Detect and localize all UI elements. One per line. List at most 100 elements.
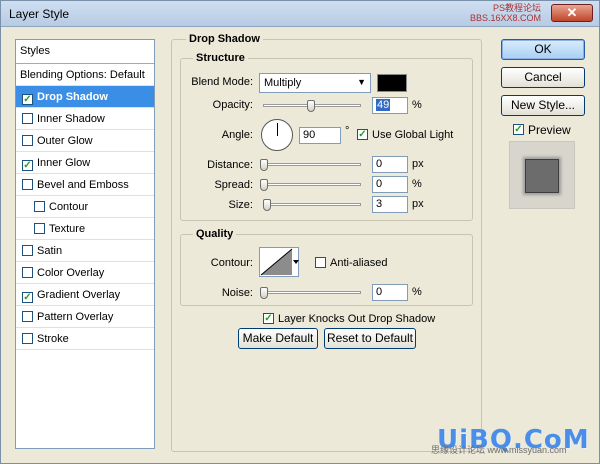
chevron-down-icon: ▼ <box>357 77 366 87</box>
reset-to-default-button[interactable]: Reset to Default <box>324 328 416 349</box>
style-item-checkbox[interactable] <box>22 179 33 190</box>
angle-label: Angle: <box>221 129 253 141</box>
drop-shadow-title: Drop Shadow <box>186 33 263 45</box>
size-slider-track[interactable] <box>263 203 361 206</box>
style-item-stroke[interactable]: Stroke <box>16 328 154 350</box>
opacity-slider-thumb[interactable] <box>307 100 316 112</box>
style-item-label: Texture <box>49 223 86 235</box>
style-item-label: Blending Options: Default <box>20 69 145 81</box>
distance-unit: px <box>412 158 424 170</box>
use-global-light-label[interactable]: Use Global Light <box>372 129 453 141</box>
knockout-checkbox[interactable]: ✓ <box>263 313 274 324</box>
watermark-line-1: PS教程论坛 <box>492 3 541 13</box>
style-item-checkbox[interactable] <box>22 311 33 322</box>
blend-mode-value: Multiply <box>264 77 302 89</box>
noise-unit: % <box>412 286 422 298</box>
styles-header[interactable]: Styles <box>16 40 154 64</box>
knockout-label[interactable]: Layer Knocks Out Drop Shadow <box>278 313 435 325</box>
styles-list: Styles Blending Options: Default ✓ Drop Sh… <box>15 39 155 449</box>
style-item-contour[interactable]: Contour <box>16 196 154 218</box>
structure-group: Structure Blend Mode: Multiply ▼ Opacity… <box>180 52 473 221</box>
preview-label[interactable]: Preview <box>528 123 571 137</box>
distance-input[interactable]: 0 <box>372 156 408 173</box>
use-global-light-checkbox[interactable]: ✓ <box>357 129 368 140</box>
style-item-checkbox[interactable] <box>22 245 33 256</box>
angle-dial-hand <box>277 123 278 136</box>
angle-input[interactable]: 90 <box>299 127 341 144</box>
drop-shadow-group: Drop Shadow Structure Blend Mode: Multip… <box>171 33 482 452</box>
style-item-label: Contour <box>49 201 89 213</box>
style-item-checkbox[interactable] <box>22 135 33 146</box>
style-item-outer-glow[interactable]: Outer Glow <box>16 130 154 152</box>
style-item-label: Pattern Overlay <box>37 311 114 323</box>
style-item-checkbox[interactable] <box>34 201 45 212</box>
shadow-color-swatch[interactable] <box>377 74 407 92</box>
style-item-inner-shadow[interactable]: Inner Shadow <box>16 108 154 130</box>
noise-input[interactable]: 0 <box>372 284 408 301</box>
close-icon: ✕ <box>566 5 578 20</box>
cancel-button[interactable]: Cancel <box>501 67 585 88</box>
style-item-label: Satin <box>37 245 63 257</box>
window-title: Layer Style <box>9 7 70 21</box>
spread-slider-thumb[interactable] <box>260 179 268 191</box>
watermark: PS教程论坛 BBS.16XX8.COM <box>470 3 541 23</box>
preview-checkbox[interactable]: ✓ <box>513 124 524 135</box>
ok-button[interactable]: OK <box>501 39 585 60</box>
layer-style-dialog: Layer Style PS教程论坛 BBS.16XX8.COM ✕ Style… <box>0 0 600 464</box>
style-item-bevel-and-emboss[interactable]: Bevel and Emboss <box>16 174 154 196</box>
spread-input[interactable]: 0 <box>372 176 408 193</box>
style-item-checkbox[interactable] <box>34 223 45 234</box>
style-item-color-overlay[interactable]: Color Overlay <box>16 262 154 284</box>
style-item-blending-options-default[interactable]: Blending Options: Default <box>16 64 154 86</box>
style-item-label: Inner Shadow <box>37 113 105 125</box>
style-item-checkbox[interactable]: ✓ <box>22 160 33 171</box>
style-item-checkbox[interactable]: ✓ <box>22 292 33 303</box>
structure-title: Structure <box>193 52 248 64</box>
opacity-unit: % <box>412 99 422 111</box>
spread-unit: % <box>412 178 422 190</box>
style-item-gradient-overlay[interactable]: ✓ Gradient Overlay <box>16 284 154 306</box>
style-item-pattern-overlay[interactable]: Pattern Overlay <box>16 306 154 328</box>
contour-picker[interactable] <box>259 247 299 277</box>
spread-slider-track[interactable] <box>263 183 361 186</box>
style-preview-swatch <box>525 159 559 193</box>
style-item-checkbox[interactable] <box>22 113 33 124</box>
style-item-label: Inner Glow <box>37 157 91 169</box>
make-default-button[interactable]: Make Default <box>238 328 318 349</box>
style-item-label: Drop Shadow <box>37 91 108 103</box>
quality-group: Quality Contour: Anti-aliased Noise: 0 % <box>180 228 473 306</box>
contour-curve-icon <box>260 248 299 276</box>
style-preview <box>509 141 575 209</box>
style-item-label: Outer Glow <box>37 135 93 147</box>
style-item-checkbox[interactable]: ✓ <box>22 94 33 105</box>
opacity-input[interactable]: 49 <box>372 97 408 114</box>
spread-label: Spread: <box>214 179 253 191</box>
style-item-inner-glow[interactable]: ✓ Inner Glow <box>16 152 154 174</box>
blend-mode-label: Blend Mode: <box>191 76 253 88</box>
size-slider-thumb[interactable] <box>263 199 271 211</box>
anti-aliased-label[interactable]: Anti-aliased <box>330 257 387 269</box>
noise-slider-track[interactable] <box>263 291 361 294</box>
anti-aliased-checkbox[interactable] <box>315 257 326 268</box>
angle-unit: ° <box>345 125 350 137</box>
close-button[interactable]: ✕ <box>551 4 593 22</box>
size-label: Size: <box>228 199 253 211</box>
title-bar[interactable]: Layer Style PS教程论坛 BBS.16XX8.COM ✕ <box>1 1 599 27</box>
blend-mode-select[interactable]: Multiply ▼ <box>259 73 371 93</box>
distance-slider-track[interactable] <box>263 163 361 166</box>
style-item-label: Bevel and Emboss <box>37 179 129 191</box>
style-item-drop-shadow[interactable]: ✓ Drop Shadow <box>16 86 154 108</box>
distance-slider-thumb[interactable] <box>260 159 268 171</box>
size-unit: px <box>412 198 424 210</box>
opacity-label: Opacity: <box>212 99 253 111</box>
size-input[interactable]: 3 <box>372 196 408 213</box>
angle-dial[interactable] <box>261 119 293 151</box>
new-style-button[interactable]: New Style... <box>501 95 585 116</box>
style-item-label: Stroke <box>37 333 69 345</box>
style-item-checkbox[interactable] <box>22 267 33 278</box>
style-item-texture[interactable]: Texture <box>16 218 154 240</box>
site-logo-sub: 思缘设计论坛 www.missyuan.com <box>431 445 567 455</box>
noise-slider-thumb[interactable] <box>260 287 268 299</box>
style-item-satin[interactable]: Satin <box>16 240 154 262</box>
style-item-checkbox[interactable] <box>22 333 33 344</box>
